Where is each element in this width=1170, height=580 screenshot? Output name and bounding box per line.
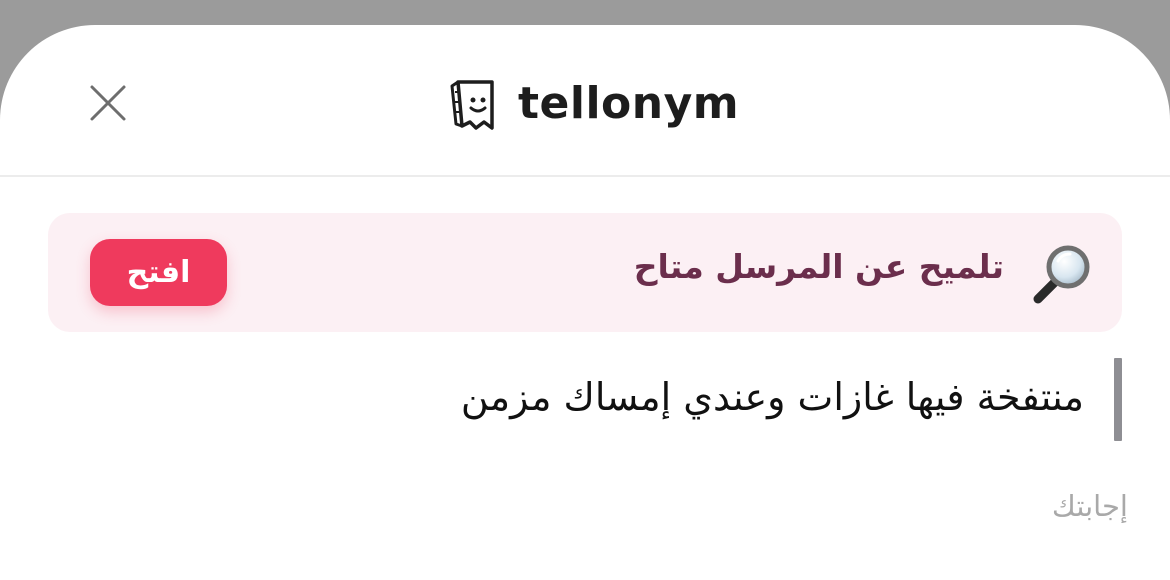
header: tellonym [0, 25, 1170, 177]
close-icon [90, 85, 126, 121]
sender-hint-text: تلميح عن المرسل متاح [633, 247, 1004, 286]
sender-hint-card: تلميح عن المرسل متاح افتح [48, 213, 1122, 332]
brand: tellonym [448, 73, 739, 133]
question-quote-bar [1114, 358, 1122, 441]
question-text: منتفخة فيها غازات وعندي إمساك مزمن [460, 375, 1084, 419]
close-button[interactable] [86, 81, 130, 125]
tellonym-logo-icon [450, 80, 494, 130]
answer-input[interactable] [426, 477, 1130, 535]
tell-sheet: tellonym تلميح عن المرسل متاح افتح منتفخ… [0, 25, 1170, 580]
open-hint-button[interactable]: افتح [90, 239, 227, 306]
brand-name: tellonym [518, 77, 740, 129]
magnifying-glass-icon [1033, 245, 1090, 304]
